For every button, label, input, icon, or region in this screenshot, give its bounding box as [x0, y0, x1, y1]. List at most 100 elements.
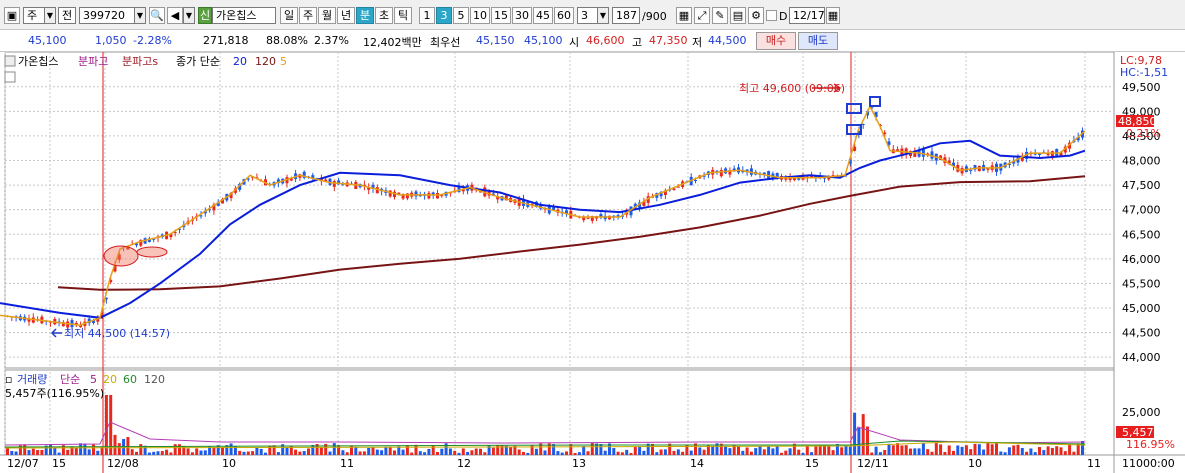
volume-bar — [870, 452, 874, 455]
search-icon[interactable]: 🔍 — [149, 7, 165, 24]
tools-icon[interactable]: ⤢ — [694, 7, 710, 24]
volume-bar — [130, 449, 134, 455]
market-type-select[interactable]: 주 — [23, 7, 45, 24]
volume-bar — [259, 448, 263, 455]
legend-item-ma[interactable]: 종가 단순 — [176, 55, 220, 68]
chevron-down-icon[interactable]: ▼ — [183, 7, 195, 24]
period-type-select[interactable]: 전 — [58, 7, 76, 24]
interval-input[interactable]: 3 — [577, 7, 599, 24]
volume-bar — [534, 448, 538, 455]
volume-bar — [556, 451, 560, 455]
period-tab-0[interactable]: 일 — [280, 7, 298, 24]
volume-bar — [891, 445, 895, 455]
volume-bar — [113, 434, 117, 455]
x-tick-label: 11 — [340, 457, 354, 470]
interval-tab-10[interactable]: 10 — [470, 7, 490, 24]
legend-volume-method[interactable]: 단순 — [60, 373, 80, 386]
volume-bar — [999, 451, 1003, 455]
legend-vma5: 5 — [90, 373, 97, 386]
legend-volume-name[interactable]: 거래량 — [17, 373, 47, 386]
period-tab-1[interactable]: 주 — [299, 7, 317, 24]
volume-bar — [483, 452, 487, 455]
volume-bar — [633, 446, 637, 455]
interval-tab-15[interactable]: 15 — [491, 7, 511, 24]
interval-tab-3[interactable]: 3 — [436, 7, 452, 24]
volume-bar — [522, 452, 525, 455]
interval-tab-5[interactable]: 5 — [453, 7, 469, 24]
interval-tab-60[interactable]: 60 — [554, 7, 574, 24]
period-tab-6[interactable]: 틱 — [394, 7, 412, 24]
volume-bar — [780, 452, 783, 455]
volume-bar — [1046, 446, 1050, 455]
period-tab-3[interactable]: 년 — [337, 7, 355, 24]
sound-icon[interactable]: ◀ — [167, 7, 183, 24]
volume-bar — [246, 451, 250, 455]
x-tick-label: 12 — [457, 457, 471, 470]
turnover-rate: 2.37% — [314, 34, 349, 47]
count-total: /900 — [642, 10, 667, 23]
volume-bar — [255, 447, 259, 455]
period-tab-5[interactable]: 초 — [375, 7, 393, 24]
sell-button[interactable]: 매도 — [798, 32, 838, 50]
save-icon[interactable]: ▤ — [730, 7, 746, 24]
volume-bar — [797, 449, 801, 455]
volume-bar — [577, 452, 581, 455]
volume-bar — [190, 452, 194, 455]
open-label: 시 — [569, 36, 580, 49]
chevron-down-icon[interactable]: ▼ — [134, 7, 146, 24]
stock-chart[interactable]: 49,50049,00048,50048,00047,50047,00046,5… — [0, 52, 1185, 473]
volume-bar — [642, 450, 646, 455]
volume-bar — [83, 443, 87, 455]
date-checkbox[interactable] — [766, 10, 777, 21]
volume-bar — [724, 446, 728, 455]
date-input[interactable]: 12/17 — [789, 7, 825, 24]
volume-bar — [135, 451, 138, 455]
period-tab-4[interactable]: 분 — [356, 7, 374, 24]
volume-bar — [23, 444, 27, 455]
gear-icon[interactable]: ⚙ — [748, 7, 764, 24]
grid-icon[interactable]: ▦ — [676, 7, 692, 24]
interval-tab-1[interactable]: 1 — [419, 7, 435, 24]
volume-bar — [87, 449, 91, 455]
legend-ma5: 5 — [280, 55, 287, 68]
grid-toggle-icon[interactable] — [4, 71, 16, 83]
period-tab-2[interactable]: 월 — [318, 7, 336, 24]
legend-icon[interactable] — [4, 55, 16, 67]
stock-name-field[interactable]: 가온칩스 — [212, 7, 276, 24]
volume-bar — [199, 450, 203, 455]
trade-amount: 12,402백만 — [363, 36, 422, 49]
volume-bar — [1063, 451, 1067, 455]
volume-bar — [49, 444, 52, 455]
volume-bar — [883, 450, 887, 455]
volume-bar — [143, 445, 147, 455]
volume-bar — [909, 448, 912, 455]
window-icon[interactable]: ▣ — [4, 7, 20, 24]
count-input[interactable]: 187 — [612, 7, 640, 24]
high-annotation: 최고 49,600 (09:06) — [739, 82, 845, 95]
volume-bar — [509, 446, 513, 455]
chevron-down-icon[interactable]: ▼ — [44, 7, 56, 24]
volume-bar — [582, 445, 586, 455]
volume-bar — [401, 449, 405, 455]
volume-bar — [947, 445, 951, 455]
volume-bar — [603, 450, 607, 455]
volume-bar — [276, 452, 280, 455]
buy-button[interactable]: 매수 — [756, 32, 796, 50]
calendar-icon[interactable]: ▦ — [826, 7, 840, 24]
volume-bar — [242, 451, 246, 455]
best-bid: 45,100 — [524, 34, 563, 47]
drawing-icon[interactable]: ✎ — [712, 7, 728, 24]
hc-value: HC:-1,51 — [1120, 66, 1168, 79]
x-tick-label: 10 — [222, 457, 236, 470]
change-rate: -2.28% — [133, 34, 172, 47]
volume-bar — [831, 450, 835, 455]
legend-item-wave[interactable]: 분파고 — [78, 55, 108, 68]
current-volume: 5,457주(116.95%) — [5, 387, 104, 400]
volume-bar — [956, 445, 960, 455]
legend-item-wave-s[interactable]: 분파고s — [122, 55, 158, 68]
interval-tab-45[interactable]: 45 — [533, 7, 553, 24]
legend-stock-name[interactable]: 가온칩스 — [18, 55, 58, 68]
stock-code-input[interactable]: 399720 — [79, 7, 135, 24]
chevron-down-icon[interactable]: ▼ — [597, 7, 609, 24]
interval-tab-30[interactable]: 30 — [512, 7, 532, 24]
